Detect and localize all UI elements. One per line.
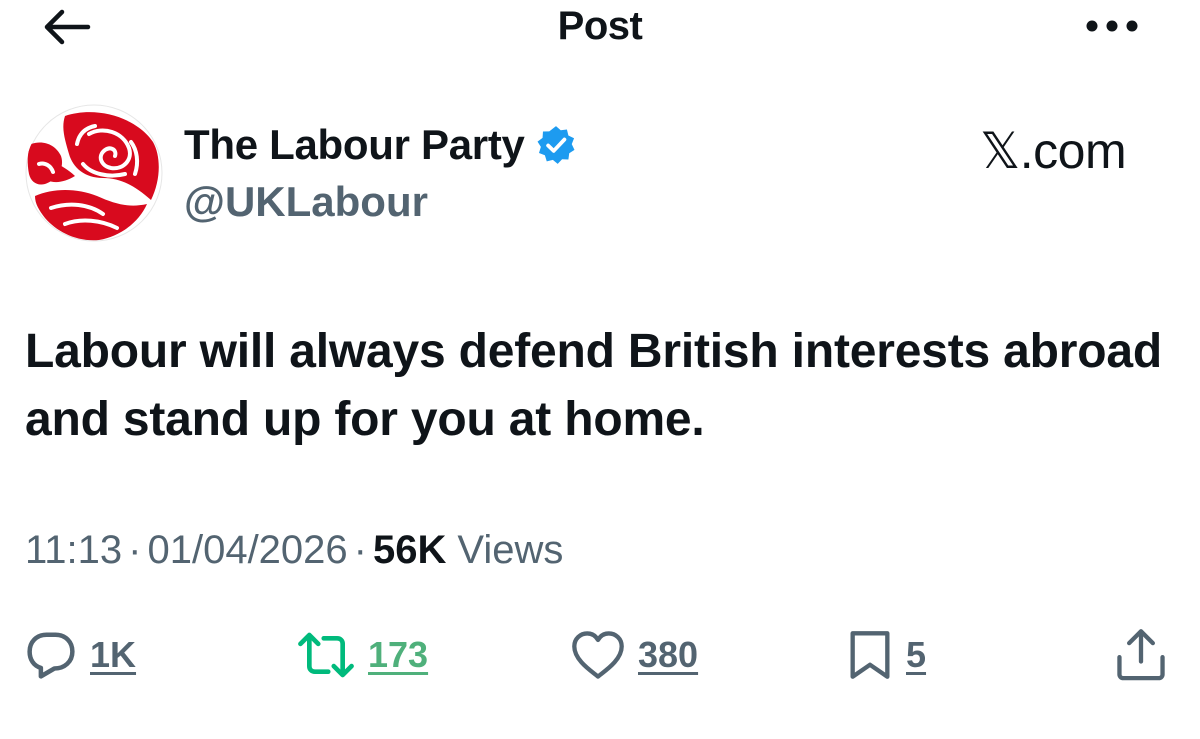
heart-icon: [572, 631, 624, 679]
author-name-row: The Labour Party: [184, 118, 577, 172]
like-button[interactable]: 380: [570, 620, 698, 690]
bookmark-icon: [850, 631, 890, 679]
more-button[interactable]: [1080, 4, 1144, 48]
site-watermark: 𝕏.com: [980, 123, 1127, 179]
meta-separator: ·: [353, 528, 367, 572]
author-display-name[interactable]: The Labour Party: [184, 121, 525, 169]
share-button[interactable]: [1114, 620, 1168, 690]
bookmark-button[interactable]: 5: [846, 620, 926, 690]
views-label[interactable]: Views: [457, 528, 563, 573]
author-handle[interactable]: @UKLabour: [184, 178, 428, 226]
repost-icon: [298, 632, 354, 678]
post-date[interactable]: 01/04/2026: [147, 528, 347, 573]
meta-separator: ·: [128, 528, 142, 572]
post-meta: 11:13 · 01/04/2026 · 56K Views: [25, 528, 563, 573]
reply-button[interactable]: 1K: [24, 620, 136, 690]
more-horizontal-icon: [1086, 20, 1138, 32]
repost-button[interactable]: 173: [296, 620, 428, 690]
top-bar: Post: [0, 0, 1200, 60]
share-icon: [1117, 629, 1165, 681]
reply-count: 1K: [90, 634, 137, 675]
labour-rose-logo: [25, 104, 163, 242]
post-text: Labour will always defend British intere…: [25, 325, 1162, 446]
avatar[interactable]: [25, 104, 163, 242]
action-bar: 1K 173 380 5: [0, 620, 1200, 690]
views-count[interactable]: 56K: [373, 528, 446, 573]
reply-bubble-icon: [27, 632, 75, 679]
page-title: Post: [557, 4, 643, 48]
verified-badge-icon: [537, 126, 575, 164]
bookmark-count: 5: [906, 634, 927, 675]
repost-count: 173: [368, 634, 429, 675]
like-count: 380: [638, 634, 699, 675]
post-time[interactable]: 11:13: [25, 528, 122, 573]
